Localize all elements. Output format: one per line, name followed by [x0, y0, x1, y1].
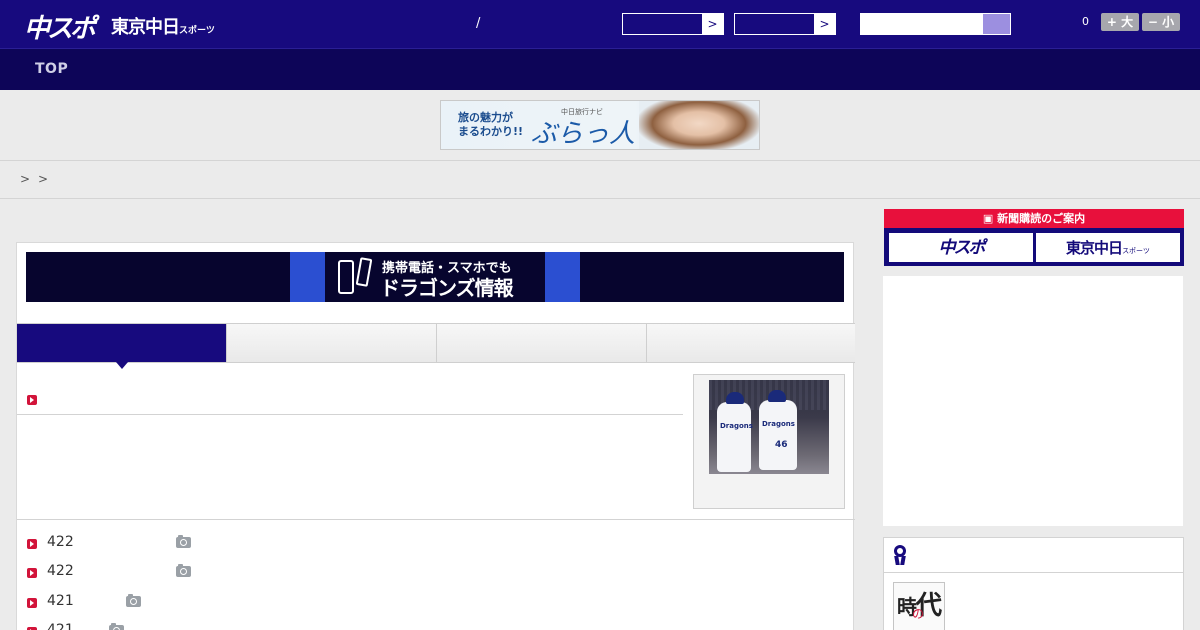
- ranking-header: [884, 538, 1183, 573]
- sidebar-ad[interactable]: [883, 276, 1183, 526]
- banner-brand: ぶらっ人: [531, 119, 636, 149]
- news-item-text[interactable]: 421: [47, 593, 74, 609]
- ranking-thumbnail[interactable]: 時 代 の: [893, 582, 945, 630]
- mobile-phone-icon: [355, 257, 373, 287]
- news-item-text[interactable]: 422: [47, 563, 74, 579]
- nav-item-top[interactable]: TOP: [35, 61, 68, 77]
- tab-2[interactable]: [227, 324, 437, 362]
- category-select-1[interactable]: >: [622, 13, 724, 35]
- medal-icon: [894, 545, 906, 565]
- play-bullet-icon: [27, 568, 37, 578]
- travel-navi-banner[interactable]: 旅の魅力が まるわかり!! 中日旅行ナビ ぶらっ人: [440, 100, 760, 150]
- jersey-logo: Dragons: [762, 420, 795, 428]
- player-cap: [726, 392, 744, 404]
- global-nav: TOP: [0, 48, 1200, 90]
- lead-photo[interactable]: Dragons Dragons 46: [709, 380, 829, 474]
- news-item-text[interactable]: 422: [47, 534, 74, 550]
- jersey-number: 46: [775, 440, 788, 450]
- mobile-dragons-banner[interactable]: 携帯電話・スマホでも ドラゴンズ情報: [26, 252, 844, 302]
- subscribe-chuspo-button[interactable]: 中スポ: [889, 233, 1033, 262]
- banner-photo: [639, 101, 759, 149]
- font-smaller-button[interactable]: − 小: [1142, 13, 1180, 31]
- play-bullet-icon: [27, 395, 37, 405]
- ranking-box: 時 代 の: [883, 537, 1184, 630]
- search-button[interactable]: [982, 13, 1011, 35]
- play-bullet-icon: [27, 598, 37, 608]
- divider: [17, 414, 683, 415]
- tokyo-logo-main: 東京中日: [111, 17, 180, 38]
- subscription-header: ▣ 新聞購読のご案内: [884, 209, 1184, 228]
- mobile-banner-inner: 携帯電話・スマホでも ドラゴンズ情報: [290, 252, 580, 302]
- search-input[interactable]: [860, 13, 983, 35]
- header-separator: /: [476, 16, 481, 31]
- jersey-logo: Dragons: [720, 422, 753, 430]
- breadcrumb-separator: >: [20, 172, 31, 186]
- subscribe-tokyo-button[interactable]: 東京中日スポーツ: [1036, 233, 1180, 262]
- tokyo-chunichi-logo[interactable]: 東京中日スポーツ: [111, 13, 215, 39]
- newspaper-icon: ▣: [982, 212, 998, 225]
- news-tabs: [17, 323, 855, 369]
- font-bigger-button[interactable]: + 大: [1101, 13, 1139, 31]
- chevron-right-icon[interactable]: >: [814, 14, 835, 34]
- mobile-banner-line2: ドラゴンズ情報: [380, 276, 514, 300]
- player-figure: Dragons 46: [759, 390, 797, 470]
- news-item-text[interactable]: 421: [47, 622, 74, 630]
- tab-3[interactable]: [437, 324, 647, 362]
- breadcrumb-separator: >: [38, 172, 49, 186]
- tab-4[interactable]: [647, 324, 855, 362]
- lead-photo-box[interactable]: Dragons Dragons 46: [693, 374, 845, 509]
- breadcrumb: > >: [0, 161, 1200, 199]
- divider: [17, 519, 855, 520]
- site-header: 中スポ 東京中日スポーツ / > > 0 + 大 − 小: [0, 0, 1200, 48]
- player-figure: Dragons: [717, 392, 753, 472]
- camera-icon: [176, 535, 191, 548]
- font-size-count: 0: [1082, 15, 1089, 28]
- chuspo-logo[interactable]: 中スポ: [24, 8, 96, 45]
- banner-tagline: 旅の魅力が まるわかり!!: [458, 111, 524, 138]
- main-content: 携帯電話・スマホでも ドラゴンズ情報 Dragons Dragons 46 42…: [16, 242, 855, 630]
- top-ad-band: 旅の魅力が まるわかり!! 中日旅行ナビ ぶらっ人: [0, 90, 1200, 161]
- camera-icon: [126, 594, 141, 607]
- chevron-right-icon[interactable]: >: [702, 14, 723, 34]
- camera-icon: [176, 564, 191, 577]
- tab-1[interactable]: [17, 324, 227, 369]
- play-bullet-icon: [27, 539, 37, 549]
- camera-icon: [109, 623, 124, 630]
- mobile-phone-icon: [338, 260, 354, 294]
- subscription-box: ▣ 新聞購読のご案内 中スポ 東京中日スポーツ: [884, 209, 1184, 266]
- player-cap: [768, 390, 786, 402]
- tokyo-logo-sub: スポーツ: [179, 26, 215, 36]
- category-select-2[interactable]: >: [734, 13, 836, 35]
